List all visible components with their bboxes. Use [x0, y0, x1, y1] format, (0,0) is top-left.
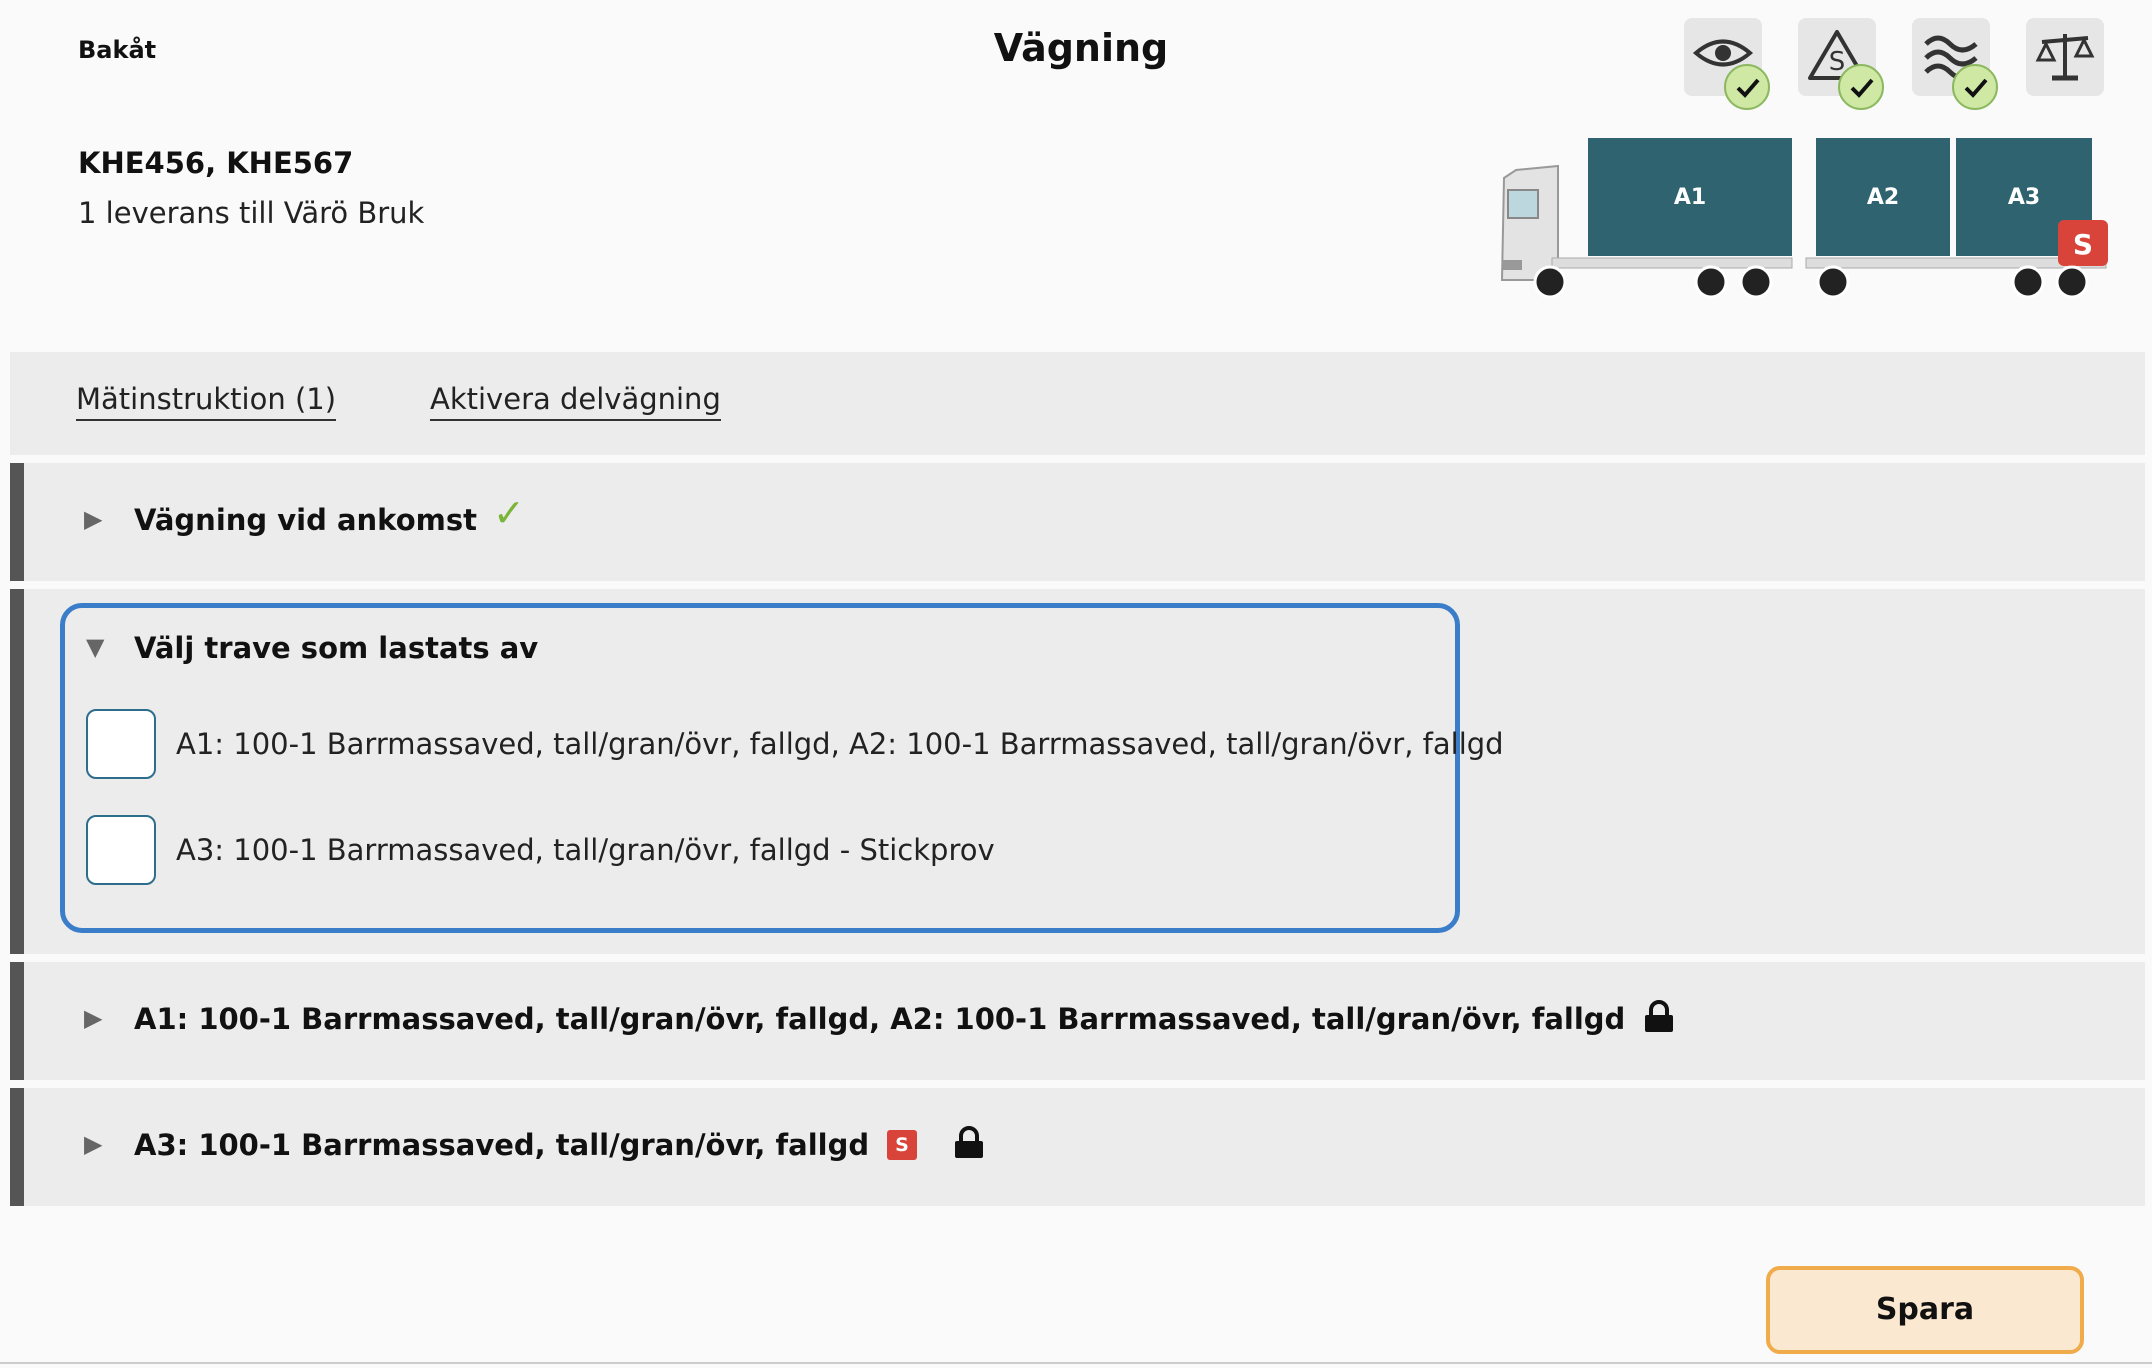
pile-option-label: A3: 100-1 Barrmassaved, tall/gran/övr, f… — [176, 833, 995, 867]
check-icon — [1952, 64, 1998, 110]
truck-block-label-a2: A2 — [1867, 185, 1899, 210]
expand-arrow-icon: ▶ — [84, 1130, 103, 1158]
checkmark-icon: ✓ — [493, 491, 525, 535]
scale-status-button[interactable] — [2026, 18, 2104, 96]
section-title: A1: 100-1 Barrmassaved, tall/gran/övr, f… — [134, 1002, 1626, 1036]
sample-status-button[interactable]: S — [1798, 18, 1884, 110]
pile-option-label: A1: 100-1 Barrmassaved, tall/gran/övr, f… — [176, 727, 1504, 761]
lock-icon — [1645, 1000, 1673, 1032]
truck-block-label-a3: A3 — [2008, 185, 2040, 210]
pile-checkbox-a1-a2[interactable] — [86, 709, 156, 779]
check-icon — [1724, 64, 1770, 110]
expand-arrow-icon: ▶ — [84, 1004, 103, 1032]
section-select-pile: ▼ Välj trave som lastats av A1: 100-1 Ba… — [10, 589, 2145, 954]
pile-checkbox-a3[interactable] — [86, 815, 156, 885]
section-arrival-weighing[interactable]: ▶ Vägning vid ankomst ✓ — [10, 463, 2145, 581]
tab-activate-partial-weighing[interactable]: Aktivera delvägning — [430, 382, 721, 421]
save-button[interactable]: Spara — [1766, 1266, 2084, 1354]
delivery-info: 1 leverans till Värö Bruk — [78, 196, 425, 230]
section-title: Vägning vid ankomst — [134, 503, 477, 537]
section-title: Välj trave som lastats av — [134, 631, 539, 665]
section-load-a1-a2[interactable]: ▶ A1: 100-1 Barrmassaved, tall/gran/övr,… — [10, 962, 2145, 1080]
sample-badge: S — [887, 1130, 917, 1160]
tab-bar: Mätinstruktion (1) Aktivera delvägning — [10, 352, 2145, 455]
tab-measuring-instruction[interactable]: Mätinstruktion (1) — [76, 382, 337, 421]
check-icon — [1838, 64, 1884, 110]
vehicle-ids: KHE456, KHE567 — [78, 146, 354, 180]
section-load-a3[interactable]: ▶ A3: 100-1 Barrmassaved, tall/gran/övr,… — [10, 1088, 2145, 1206]
section-title: A3: 100-1 Barrmassaved, tall/gran/övr, f… — [134, 1128, 870, 1162]
eye-status-button[interactable] — [1684, 18, 1770, 110]
sample-badge-label: S — [2073, 228, 2093, 261]
expand-arrow-icon: ▶ — [84, 505, 103, 533]
scale-icon — [2035, 34, 2095, 81]
collapse-arrow-icon[interactable]: ▼ — [86, 633, 104, 661]
moisture-status-button[interactable] — [1912, 18, 1998, 110]
lock-icon — [955, 1126, 983, 1158]
divider — [0, 1362, 2152, 1364]
truck-illustration: A1 A2 A3 S — [1500, 138, 2108, 299]
truck-block-label-a1: A1 — [1674, 185, 1706, 210]
